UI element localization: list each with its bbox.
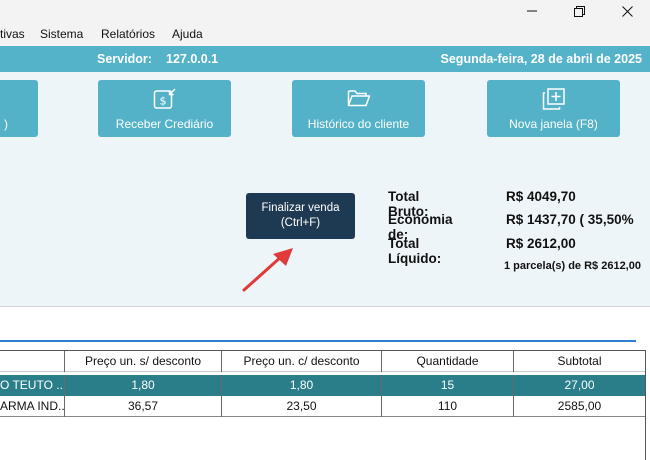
- menu-item-relatorios[interactable]: Relatórios: [101, 27, 155, 41]
- table-cell-quantidade: 15: [382, 375, 514, 396]
- receber-crediario-button[interactable]: $ Receber Crediário: [98, 80, 231, 137]
- historico-cliente-button[interactable]: Histórico do cliente: [292, 80, 425, 137]
- menu-item-ajuda[interactable]: Ajuda: [172, 27, 203, 41]
- receber-crediario-label: Receber Crediário: [115, 117, 214, 131]
- column-header-subtotal[interactable]: Subtotal: [514, 351, 646, 372]
- title-bar: [0, 0, 650, 22]
- table-cell-preco-com-desconto: 23,50: [222, 396, 382, 417]
- column-header-preco-com-desconto[interactable]: Preço un. c/ desconto: [222, 351, 382, 372]
- table-row[interactable]: O TEUTO ... 1,80 1,80 15 27,00: [0, 375, 646, 396]
- table-cell-preco-com-desconto: 1,80: [222, 375, 382, 396]
- historico-cliente-label: Histórico do cliente: [307, 117, 410, 131]
- table-cell-subtotal: 27,00: [514, 375, 646, 396]
- total-liquido-label: Total Líquido:: [388, 236, 442, 266]
- finalizar-venda-shortcut: (Ctrl+F): [280, 217, 321, 229]
- close-button[interactable]: [604, 0, 650, 22]
- folder-open-icon: [292, 88, 425, 110]
- nova-janela-label: Nova janela (F8): [509, 117, 598, 131]
- table-cell-produto: ARMA IND...: [0, 396, 65, 417]
- new-window-icon: [487, 88, 620, 110]
- input-focus-underline: [0, 340, 636, 342]
- server-ip: 127.0.0.1: [166, 52, 219, 66]
- table-cell-produto: O TEUTO ...: [0, 375, 65, 396]
- server-label: Servidor:: [97, 52, 152, 66]
- table-cell-quantidade: 110: [382, 396, 514, 417]
- table-row[interactable]: ARMA IND... 36,57 23,50 110 2585,00: [0, 396, 646, 417]
- menu-item-iniciativas[interactable]: tivas: [0, 27, 25, 41]
- current-date: Segunda-feira, 28 de abril de 2025: [440, 52, 642, 66]
- red-arrow-icon: [242, 248, 293, 292]
- partial-action-label: ): [4, 117, 8, 131]
- table-cell-preco-sem-desconto: 36,57: [65, 396, 222, 417]
- column-header-produto[interactable]: [0, 351, 65, 372]
- partial-action-button[interactable]: ): [0, 80, 38, 137]
- receive-money-icon: $: [98, 88, 231, 110]
- total-bruto-value: R$ 4049,70: [506, 189, 576, 204]
- table-cell-subtotal: 2585,00: [514, 396, 646, 417]
- economia-value: R$ 1437,70 ( 35,50%: [506, 212, 634, 227]
- menu-bar: tivas Sistema Relatórios Ajuda: [0, 22, 650, 46]
- menu-item-sistema[interactable]: Sistema: [40, 27, 83, 41]
- table-header-row: Preço un. s/ desconto Preço un. c/ desco…: [0, 351, 646, 372]
- restore-icon: [573, 5, 585, 17]
- restore-button[interactable]: [556, 0, 602, 22]
- parcela-info: 1 parcela(s) de R$ 2612,00: [504, 260, 641, 272]
- nova-janela-button[interactable]: Nova janela (F8): [487, 80, 620, 137]
- product-search-input[interactable]: [0, 306, 650, 342]
- table-right-border: [645, 350, 646, 460]
- column-header-quantidade[interactable]: Quantidade: [382, 351, 514, 372]
- finalizar-venda-button[interactable]: Finalizar venda (Ctrl+F): [246, 193, 355, 239]
- close-icon: [621, 5, 633, 17]
- table-cell-preco-sem-desconto: 1,80: [65, 375, 222, 396]
- minimize-icon: [527, 10, 537, 12]
- total-liquido-value: R$ 2612,00: [506, 236, 576, 251]
- finalizar-venda-label: Finalizar venda: [261, 202, 340, 214]
- minimize-button[interactable]: [509, 0, 555, 22]
- server-bar: Servidor: 127.0.0.1 Segunda-feira, 28 de…: [0, 46, 650, 72]
- sale-panel: ) $ Receber Crediário Histórico do clien…: [0, 72, 650, 306]
- column-header-preco-sem-desconto[interactable]: Preço un. s/ desconto: [65, 351, 222, 372]
- svg-text:$: $: [159, 95, 166, 108]
- items-table: Preço un. s/ desconto Preço un. c/ desco…: [0, 350, 646, 417]
